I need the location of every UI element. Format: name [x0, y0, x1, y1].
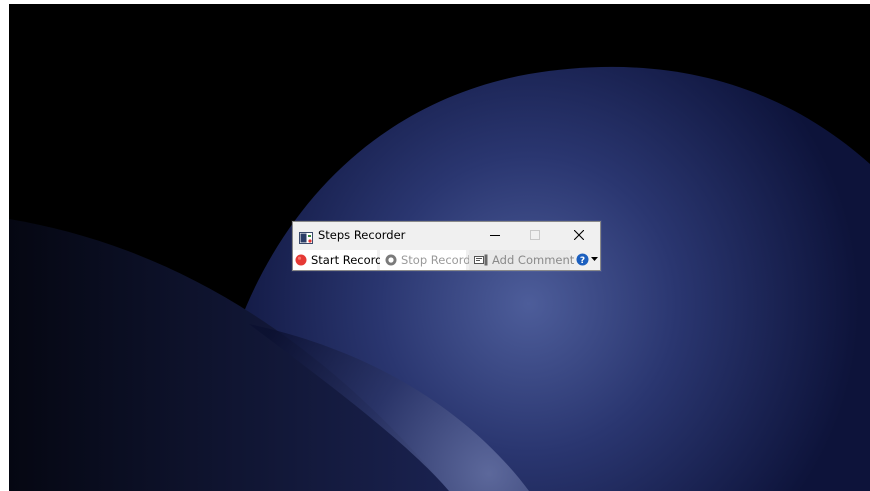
add-comment-button[interactable]: Add Comment	[469, 249, 574, 270]
steps-recorder-app-icon	[299, 229, 313, 244]
stop-record-button[interactable]: Stop Record	[380, 249, 471, 270]
window-title: Steps Recorder	[318, 228, 406, 242]
help-dropdown-button[interactable]: ?	[576, 253, 598, 266]
maximize-icon	[530, 230, 540, 240]
recorder-toolbar: Start Record Stop Record Add Comment ?	[293, 249, 600, 270]
close-button[interactable]	[559, 222, 599, 248]
title-bar[interactable]: Steps Recorder	[293, 222, 600, 248]
record-icon	[295, 254, 307, 266]
svg-text:?: ?	[580, 256, 585, 266]
minimize-icon	[490, 235, 500, 236]
start-record-button[interactable]: Start Record	[293, 249, 382, 270]
start-record-label: Start Record	[311, 252, 383, 267]
steps-recorder-window[interactable]: Steps Recorder Start Record Stop Record …	[292, 221, 601, 271]
stop-icon	[385, 254, 397, 266]
help-icon: ?	[576, 253, 589, 266]
desktop: Steps Recorder Start Record Stop Record …	[9, 4, 870, 491]
dropdown-arrow-icon	[591, 257, 598, 261]
stop-record-label: Stop Record	[401, 252, 471, 267]
close-icon	[574, 230, 584, 240]
maximize-button[interactable]	[515, 222, 555, 248]
minimize-button[interactable]	[475, 222, 515, 248]
add-comment-label: Add Comment	[492, 252, 575, 267]
add-comment-icon	[474, 254, 488, 266]
